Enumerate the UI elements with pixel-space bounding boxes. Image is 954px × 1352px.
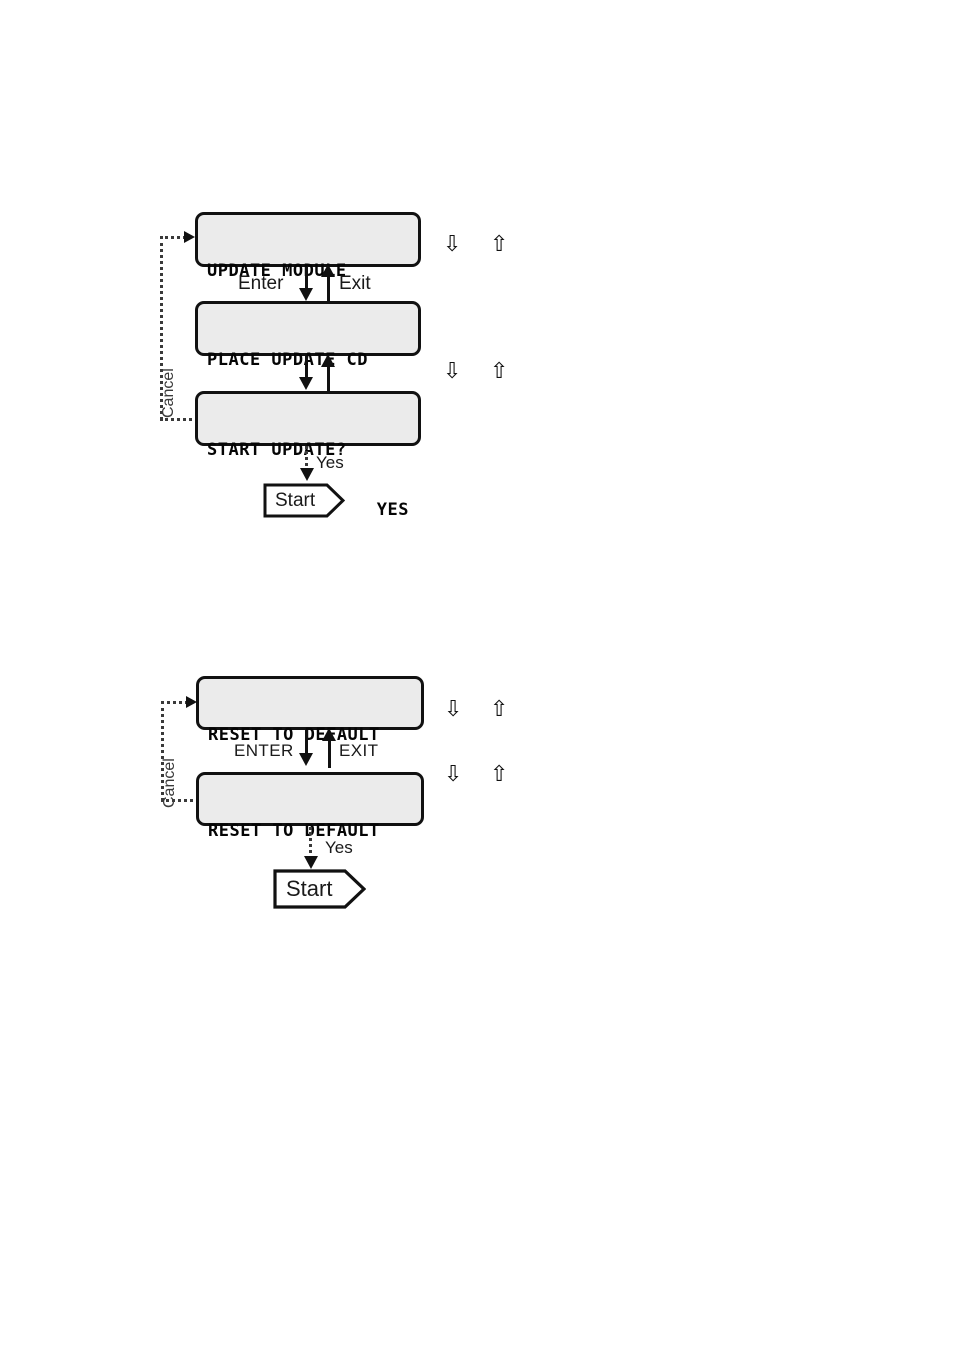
enter-transition-arrowhead (299, 753, 313, 766)
exit-transition-arrowhead (322, 728, 336, 741)
cancel-label: Cancel (161, 758, 178, 808)
yes-path-arrowhead-2 (304, 856, 318, 869)
yes-path-2 (309, 827, 312, 859)
exit-label: EXIT (339, 741, 379, 760)
cancel-path-top-segment (161, 701, 188, 704)
screen-reset-to-default-yes[interactable]: RESET TO DEFAULT YES (196, 772, 424, 901)
down-arrow-icon[interactable]: ⇩ (444, 699, 462, 721)
down-arrow-icon[interactable]: ⇩ (444, 764, 462, 786)
yes-label-2: Yes (325, 838, 353, 857)
start-terminator-label-2: Start (286, 876, 333, 901)
up-arrow-icon[interactable]: ⇧ (490, 699, 508, 721)
document-page: Cancel UPDATE MODULE Enter Exit PLACE UP… (0, 0, 954, 1352)
screen-reset-to-default[interactable]: RESET TO DEFAULT (196, 676, 424, 745)
up-arrow-icon[interactable]: ⇧ (490, 764, 508, 786)
enter-label: ENTER (234, 741, 294, 760)
reset-to-default-flowchart: Cancel RESET TO DEFAULT ENTER EXIT RESET… (0, 0, 954, 950)
